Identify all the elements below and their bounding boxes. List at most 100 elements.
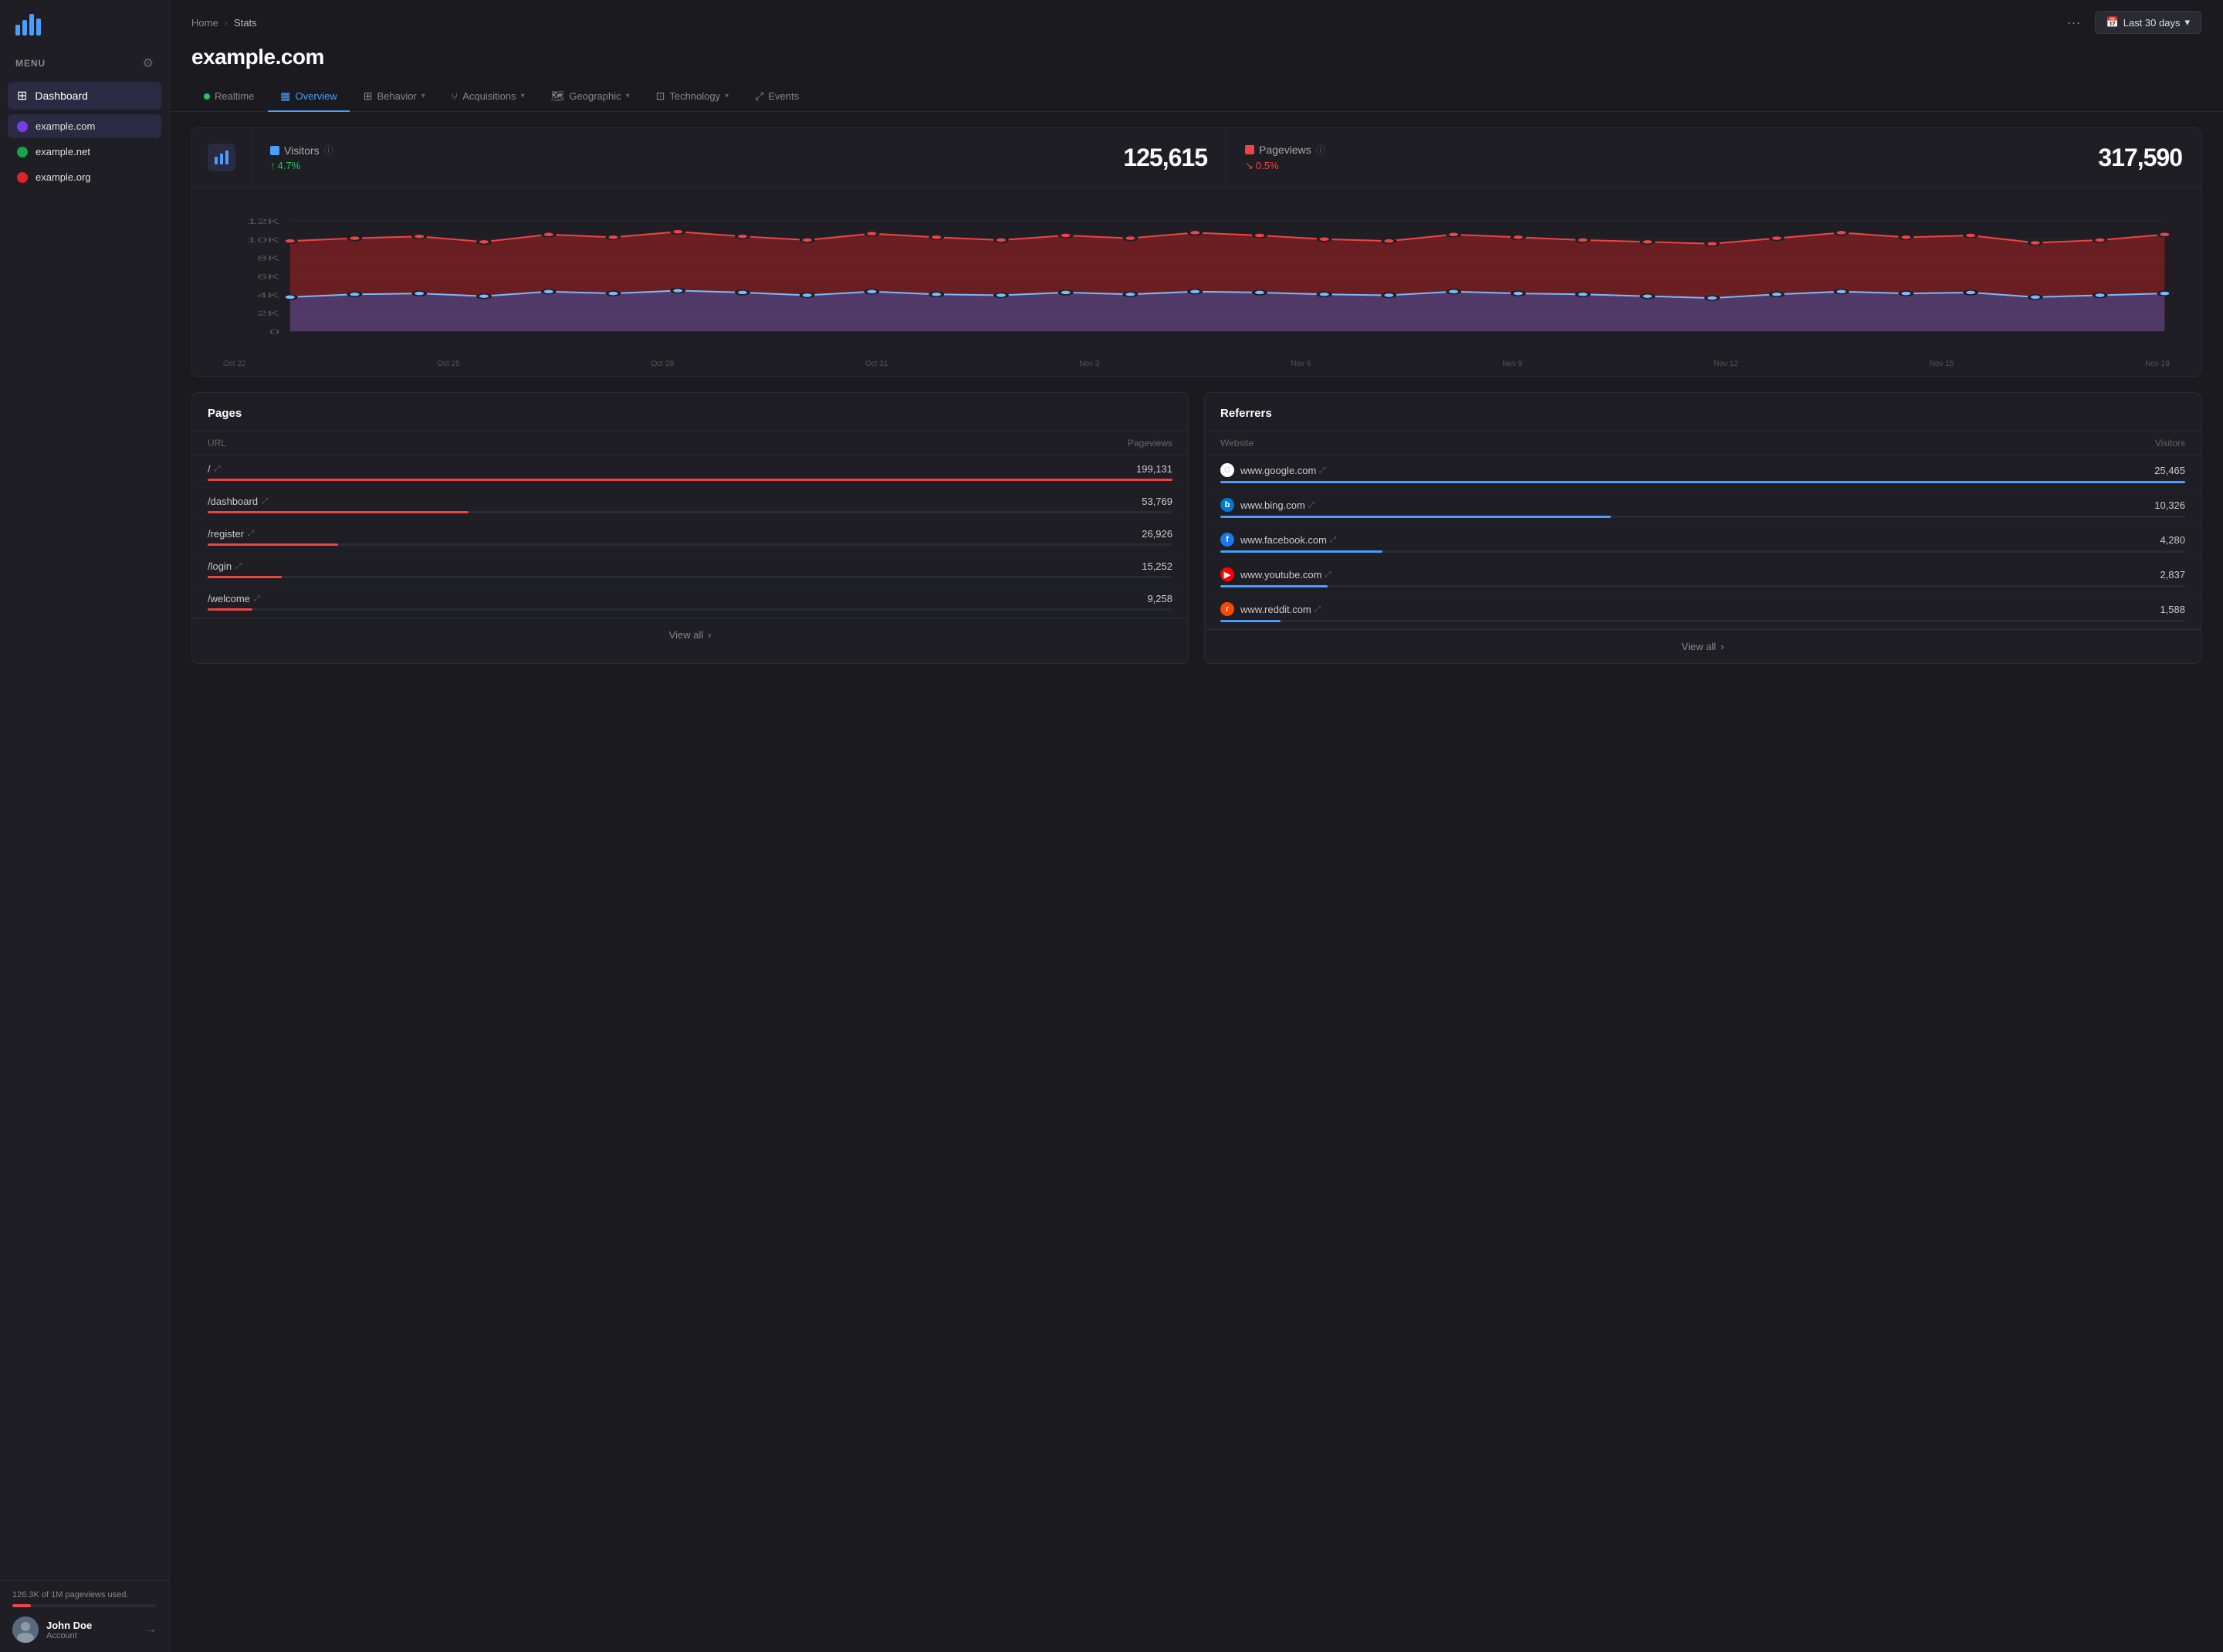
avatar bbox=[12, 1616, 39, 1643]
referrer-bar-bg bbox=[1220, 516, 2185, 518]
referrer-value: 2,837 bbox=[2160, 569, 2185, 581]
sidebar-item-dashboard[interactable]: ⊞ Dashboard bbox=[8, 82, 161, 110]
svg-text:10K: 10K bbox=[247, 236, 280, 244]
breadcrumb-separator: › bbox=[225, 17, 228, 29]
external-link-icon: ⤢ bbox=[248, 530, 254, 538]
page-bar-fill bbox=[208, 608, 252, 611]
page-value: 199,131 bbox=[1136, 463, 1172, 475]
realtime-dot bbox=[204, 93, 210, 100]
referrer-bar-bg bbox=[1220, 585, 2185, 587]
tab-label-realtime: Realtime bbox=[215, 90, 254, 102]
page-bar-fill bbox=[208, 543, 338, 546]
date-range-button[interactable]: 📅 Last 30 days ▾ bbox=[2095, 11, 2201, 34]
pageviews-label-group: Pageviews ⓘ ↘ 0.5% bbox=[1245, 144, 1325, 172]
external-link-icon: ⤢ bbox=[1325, 570, 1331, 579]
logout-icon[interactable]: → bbox=[144, 1623, 157, 1637]
external-link-icon: ⤢ bbox=[1319, 466, 1325, 475]
pageviews-label: Pageviews ⓘ bbox=[1245, 144, 1325, 157]
page-url[interactable]: / ⤢ bbox=[208, 463, 221, 475]
referrer-icon: G bbox=[1220, 463, 1234, 477]
line-chart: 02K4K6K8K10K12K bbox=[208, 200, 2185, 354]
table-row: /register ⤢ 26,926 bbox=[192, 520, 1188, 553]
table-row: / ⤢ 199,131 bbox=[192, 455, 1188, 488]
svg-text:8K: 8K bbox=[257, 255, 279, 262]
svg-text:12K: 12K bbox=[247, 218, 280, 225]
topbar: Home › Stats ··· 📅 Last 30 days ▾ bbox=[170, 0, 2223, 45]
visitors-change: ↑ 4.7% bbox=[270, 160, 333, 171]
page-value: 26,926 bbox=[1142, 528, 1172, 540]
sidebar-item-example-org[interactable]: example.org bbox=[8, 165, 161, 189]
tab-overview[interactable]: ▦Overview bbox=[268, 82, 349, 112]
tabs-bar: Realtime ▦Overview⊞Behavior▾⑂Acquisitions… bbox=[170, 82, 2223, 112]
page-bar-bg bbox=[208, 608, 1172, 611]
table-row: /dashboard ⤢ 53,769 bbox=[192, 488, 1188, 520]
tab-icon-behavior: ⊞ bbox=[364, 90, 373, 103]
pageviews-bar-fill bbox=[12, 1604, 31, 1607]
visitors-dot bbox=[270, 146, 279, 155]
chart-x-label: Nov 15 bbox=[1930, 360, 1954, 368]
referrer-url[interactable]: www.facebook.com ⤢ bbox=[1240, 534, 1336, 546]
page-url[interactable]: /welcome ⤢ bbox=[208, 593, 260, 604]
page-url[interactable]: /login ⤢ bbox=[208, 560, 242, 572]
col-visitors-label: Visitors bbox=[2155, 438, 2185, 449]
visitors-up-arrow: ↑ bbox=[270, 160, 276, 171]
pages-view-all[interactable]: View all › bbox=[192, 618, 1188, 652]
page-url[interactable]: /dashboard ⤢ bbox=[208, 496, 268, 507]
tab-geographic[interactable]: 🗺Geographic▾ bbox=[539, 82, 642, 112]
stats-card: Visitors ⓘ ↑ 4.7% 125,615 P bbox=[191, 127, 2201, 377]
chart-x-label: Oct 31 bbox=[865, 360, 888, 368]
referrer-icon: r bbox=[1220, 602, 1234, 616]
referrer-url[interactable]: www.youtube.com ⤢ bbox=[1240, 569, 1331, 581]
sidebar-sites: example.com example.net example.org bbox=[0, 113, 169, 191]
visitors-label-text: Visitors bbox=[284, 144, 320, 157]
page-url[interactable]: /register ⤢ bbox=[208, 528, 254, 540]
external-link-icon: ⤢ bbox=[1330, 536, 1336, 544]
chart-x-label: Nov 18 bbox=[2145, 360, 2170, 368]
tab-realtime[interactable]: Realtime bbox=[191, 83, 266, 111]
chart-x-label: Oct 25 bbox=[437, 360, 459, 368]
visitors-metric: Visitors ⓘ ↑ 4.7% 125,615 bbox=[252, 128, 1226, 187]
page-value: 9,258 bbox=[1147, 593, 1172, 604]
referrers-rows: G www.google.com ⤢ 25,465 b www.bing.com… bbox=[1205, 455, 2201, 629]
tab-label-events: Events bbox=[768, 90, 799, 102]
tab-technology[interactable]: ⊡Technology▾ bbox=[644, 82, 742, 112]
referrer-url[interactable]: www.reddit.com ⤢ bbox=[1240, 604, 1321, 615]
tab-behavior[interactable]: ⊞Behavior▾ bbox=[351, 82, 438, 112]
referrer-bar-bg bbox=[1220, 620, 2185, 622]
page-bar-bg bbox=[208, 543, 1172, 546]
more-button[interactable]: ··· bbox=[2061, 12, 2087, 34]
tab-icon-events: ⤢ bbox=[755, 90, 763, 103]
tab-events[interactable]: ⤢ Events bbox=[743, 82, 811, 112]
tab-acquisitions[interactable]: ⑂Acquisitions▾ bbox=[439, 83, 537, 112]
chart-x-label: Nov 3 bbox=[1079, 360, 1099, 368]
referrer-bar-fill bbox=[1220, 516, 1611, 518]
chart-x-label: Nov 9 bbox=[1502, 360, 1522, 368]
chart-x-labels: Oct 22Oct 25Oct 28Oct 31Nov 3Nov 6Nov 9N… bbox=[208, 360, 2185, 368]
sidebar-item-example-net[interactable]: example.net bbox=[8, 140, 161, 164]
pageviews-down-arrow: ↘ bbox=[1245, 160, 1254, 172]
settings-icon[interactable]: ⚙ bbox=[143, 56, 154, 71]
referrers-card: Referrers Website Visitors G www.google.… bbox=[1204, 392, 2201, 664]
referrer-value: 25,465 bbox=[2154, 465, 2185, 476]
referrer-url[interactable]: www.bing.com ⤢ bbox=[1240, 499, 1315, 511]
breadcrumb: Home › Stats bbox=[191, 17, 257, 29]
visitors-info-icon[interactable]: ⓘ bbox=[324, 144, 333, 157]
external-link-icon: ⤢ bbox=[1315, 605, 1321, 614]
referrer-icon: b bbox=[1220, 498, 1234, 512]
visitors-label: Visitors ⓘ bbox=[270, 144, 333, 157]
breadcrumb-home[interactable]: Home bbox=[191, 17, 218, 29]
pageviews-dot bbox=[1245, 145, 1254, 154]
col-pageviews-label: Pageviews bbox=[1128, 438, 1172, 449]
referrer-url[interactable]: www.google.com ⤢ bbox=[1240, 465, 1325, 476]
pages-table-header: URL Pageviews bbox=[192, 431, 1188, 455]
pageviews-info-icon[interactable]: ⓘ bbox=[1316, 144, 1325, 157]
referrers-view-all[interactable]: View all › bbox=[1205, 629, 2201, 663]
page-title: example.com bbox=[170, 45, 2223, 82]
pageviews-change: ↘ 0.5% bbox=[1245, 160, 1325, 172]
list-item: ▶ www.youtube.com ⤢ 2,837 bbox=[1205, 560, 2201, 594]
page-bar-fill bbox=[208, 511, 469, 513]
sidebar-item-example-com[interactable]: example.com bbox=[8, 114, 161, 138]
tab-arrow-technology: ▾ bbox=[725, 92, 729, 100]
svg-text:2K: 2K bbox=[257, 310, 279, 317]
topbar-right: ··· 📅 Last 30 days ▾ bbox=[2061, 11, 2201, 34]
